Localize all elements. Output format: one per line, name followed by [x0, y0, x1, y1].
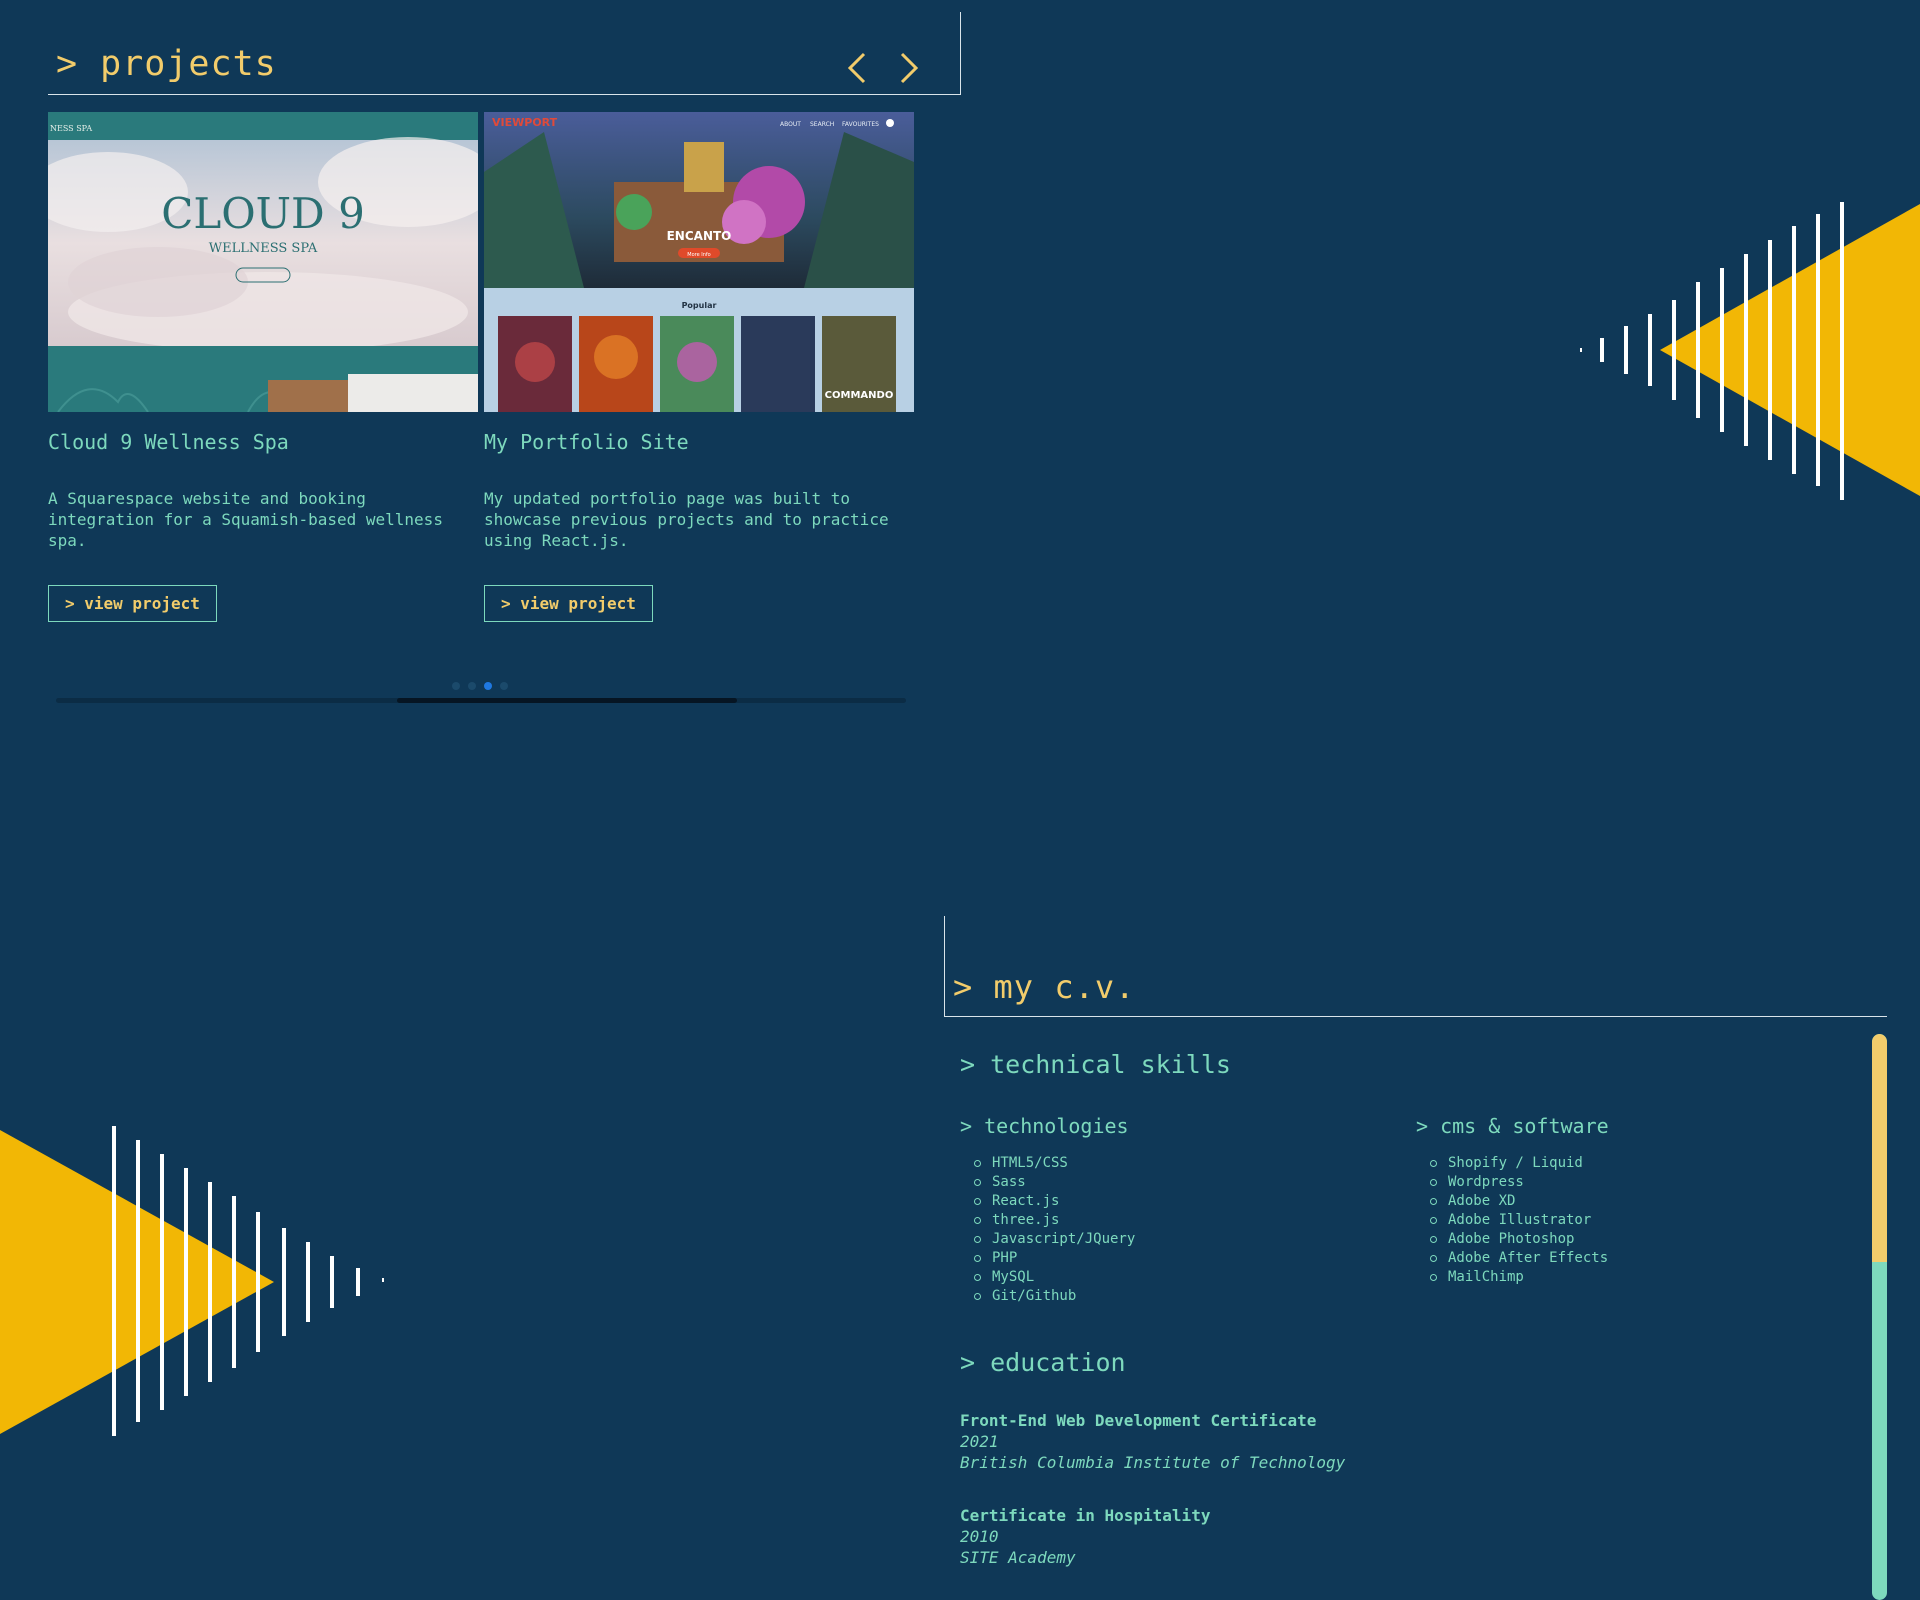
- thumb-nav-search: SEARCH: [810, 121, 834, 128]
- education-entry: Front-End Web Development Certificate 20…: [960, 1410, 1345, 1473]
- thumb-subheadline: WELLNESS SPA: [209, 241, 318, 256]
- thumb-hero-title: ENCANTO: [667, 229, 732, 243]
- list-item: Git/Github: [960, 1287, 1135, 1306]
- view-project-button[interactable]: > view project: [484, 585, 653, 622]
- project-card-portfolio: VIEWPORT ABOUT SEARCH FAVOURITES ENCANTO…: [484, 112, 914, 622]
- horizontal-scrollbar-thumb[interactable]: [397, 698, 737, 703]
- decorative-triangle-left: [0, 1126, 384, 1436]
- carousel-dots: [452, 682, 508, 690]
- list-item: PHP: [960, 1249, 1135, 1268]
- chevron-left-icon: [847, 52, 866, 84]
- list-item: Adobe XD: [1416, 1192, 1608, 1211]
- carousel-dot[interactable]: [468, 682, 476, 690]
- vertical-scrollbar-thumb[interactable]: [1872, 1034, 1887, 1262]
- carousel-next-button[interactable]: [888, 48, 928, 88]
- project-card-cloud9: NESS SPA CLOUD 9 WELLNESS SPA Cloud 9 We…: [48, 112, 478, 622]
- list-item: Adobe Illustrator: [1416, 1211, 1608, 1230]
- horizontal-scrollbar[interactable]: [56, 698, 906, 703]
- carousel-prev-button[interactable]: [838, 48, 878, 88]
- thumb-nav-about: ABOUT: [780, 121, 801, 128]
- project-description: A Squarespace website and booking integr…: [48, 489, 443, 550]
- carousel-dot[interactable]: [500, 682, 508, 690]
- project-title: My Portfolio Site: [484, 430, 689, 454]
- project-thumbnail-cloud9[interactable]: NESS SPA CLOUD 9 WELLNESS SPA: [48, 112, 478, 412]
- list-item: Javascript/JQuery: [960, 1230, 1135, 1249]
- cms-software-list: Shopify / Liquid Wordpress Adobe XD Adob…: [1416, 1154, 1608, 1287]
- thumb-hero-button: More Info: [687, 252, 710, 258]
- list-item: Adobe After Effects: [1416, 1249, 1608, 1268]
- cv-title: > my c.v.: [953, 968, 1136, 1006]
- thumb-nav-text: NESS SPA: [50, 124, 92, 133]
- projects-title: > projects: [56, 44, 277, 84]
- list-item: three.js: [960, 1211, 1135, 1230]
- list-item: Wordpress: [1416, 1173, 1608, 1192]
- project-description: My updated portfolio page was built to s…: [484, 489, 889, 550]
- cms-software-heading: > cms & software: [1416, 1114, 1609, 1138]
- list-item: Sass: [960, 1173, 1135, 1192]
- education-title: Certificate in Hospitality: [960, 1506, 1211, 1525]
- technical-skills-heading: > technical skills: [960, 1050, 1231, 1079]
- education-entry: Certificate in Hospitality 2010 SITE Aca…: [960, 1505, 1210, 1568]
- list-item: MySQL: [960, 1268, 1135, 1287]
- project-title: Cloud 9 Wellness Spa: [48, 430, 289, 454]
- project-thumbnail-portfolio[interactable]: VIEWPORT ABOUT SEARCH FAVOURITES ENCANTO…: [484, 112, 914, 412]
- thumb-section-label: Popular: [682, 301, 717, 310]
- thumb-nav-favourites: FAVOURITES: [842, 121, 879, 128]
- cv-header: > my c.v.: [944, 916, 1887, 1017]
- thumb-headline: CLOUD 9: [161, 189, 365, 238]
- education-school: British Columbia Institute of Technology: [960, 1453, 1346, 1472]
- thumb-logo: VIEWPORT: [492, 116, 558, 129]
- education-title: Front-End Web Development Certificate: [960, 1411, 1317, 1430]
- list-item: Adobe Photoshop: [1416, 1230, 1608, 1249]
- list-item: HTML5/CSS: [960, 1154, 1135, 1173]
- technologies-heading: > technologies: [960, 1114, 1129, 1138]
- education-school: SITE Academy: [960, 1548, 1076, 1567]
- carousel-dot-active[interactable]: [484, 682, 492, 690]
- view-project-button[interactable]: > view project: [48, 585, 217, 622]
- education-year: 2021: [960, 1432, 999, 1451]
- projects-header: > projects: [48, 12, 961, 95]
- carousel-dot[interactable]: [452, 682, 460, 690]
- thumb-poster-label: COMMANDO: [825, 390, 894, 401]
- list-item: MailChimp: [1416, 1268, 1608, 1287]
- technologies-list: HTML5/CSS Sass React.js three.js Javascr…: [960, 1154, 1135, 1306]
- education-year: 2010: [960, 1527, 999, 1546]
- list-item: React.js: [960, 1192, 1135, 1211]
- vertical-scrollbar[interactable]: [1872, 1034, 1887, 1600]
- decorative-triangle-right: [1580, 202, 1920, 500]
- chevron-right-icon: [900, 52, 919, 84]
- education-heading: > education: [960, 1348, 1126, 1377]
- list-item: Shopify / Liquid: [1416, 1154, 1608, 1173]
